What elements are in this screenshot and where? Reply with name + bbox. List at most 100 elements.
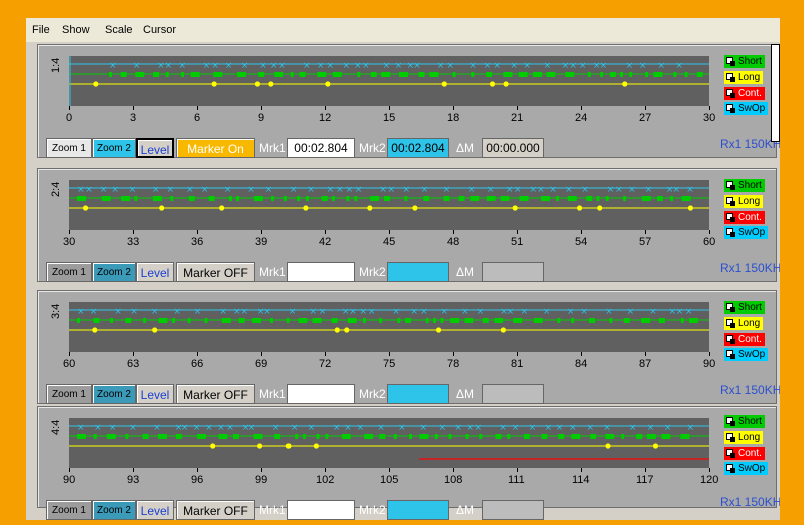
swop-event-mark: × [664,423,672,433]
swop-event-mark: × [383,61,391,71]
legend-cont[interactable]: Cont. [724,447,765,460]
mrk2-field[interactable] [387,262,449,282]
swop-event-mark: × [362,61,370,71]
menu-file[interactable]: File [32,24,50,36]
level-button[interactable]: Level [136,500,174,520]
legend-long[interactable]: Long [724,71,764,84]
x-tick-mark [197,468,198,472]
short-event-mark [125,434,129,439]
receiver-label: Rx1 150KHz [720,261,780,275]
x-tick-label: 84 [575,358,588,370]
short-event-mark [605,196,609,201]
level-button[interactable]: Level [136,384,174,404]
marker-toggle-button[interactable]: Marker OFF [176,262,255,282]
zoom2-button[interactable]: Zoom 2 [92,262,136,282]
short-event-mark [458,196,465,201]
short-event-mark [571,434,581,439]
short-event-mark [187,318,191,323]
short-event-mark [557,318,561,323]
menu-scale[interactable]: Scale [105,24,133,36]
x-tick-mark [261,106,262,110]
legend-swop[interactable]: SwOp [724,462,769,475]
zoom1-button[interactable]: Zoom 1 [46,384,92,404]
swop-checkbox-icon [726,350,735,359]
short-event-mark [641,318,651,323]
short-event-mark [143,318,147,323]
mrk1-field[interactable] [287,262,355,282]
app-window: File Show Scale Cursor 1:4 × × × × × × × × × × × × × ×… [26,18,780,520]
swop-event-mark: × [645,185,653,195]
legend-short[interactable]: Short [724,55,765,68]
short-event-mark [298,318,308,323]
level-button[interactable]: Level [136,262,174,282]
short-event-mark [331,318,338,323]
marker-toggle-button[interactable]: Marker OFF [176,384,255,404]
swop-event-mark: × [586,423,594,433]
long-event-mark [92,327,98,333]
mrk2-field[interactable] [387,384,449,404]
legend-short[interactable]: Short [724,415,765,428]
mrk2-field[interactable]: 00:02.804 [387,138,449,158]
level-button[interactable]: Level [136,138,174,158]
swop-event-mark: × [603,423,611,433]
short-event-mark [482,318,489,323]
swop-event-mark: × [77,185,85,195]
short-event-mark [354,196,358,201]
zoom2-button[interactable]: Zoom 2 [92,384,136,404]
legend-long[interactable]: Long [724,317,764,330]
zoom2-button[interactable]: Zoom 2 [92,500,136,520]
swop-event-mark: × [211,61,219,71]
mrk1-field[interactable] [287,384,355,404]
legend-swop[interactable]: SwOp [724,102,769,115]
x-tick-mark [133,352,134,356]
short-event-mark [283,196,287,201]
x-tick-label: 36 [191,236,204,248]
zoom2-button[interactable]: Zoom 2 [92,138,136,158]
swop-event-mark: × [336,185,344,195]
x-tick-mark [709,106,710,110]
short-event-mark [77,196,86,201]
legend-swop[interactable]: SwOp [724,348,769,361]
x-tick-mark [453,230,454,234]
zoom1-button[interactable]: Zoom 1 [46,138,92,158]
mrk1-field[interactable]: 00:02.804 [287,138,355,158]
scroll-widget[interactable] [771,44,780,142]
menu-show[interactable]: Show [62,24,90,36]
menu-cursor[interactable]: Cursor [143,24,176,36]
short-event-mark [325,434,329,439]
x-tick-mark [197,106,198,110]
legend-swop[interactable]: SwOp [724,226,769,239]
swop-event-mark: × [354,61,362,71]
panel-label: 3:4 [50,303,62,319]
mrk2-field[interactable] [387,500,449,520]
trace-plot[interactable]: × × × × × × × × × × × × × × × × × × × × × × × × × × × × × × × × × × × × × [69,302,709,352]
swop-event-mark: × [392,307,400,317]
legend-cont[interactable]: Cont. [724,333,765,346]
swop-event-mark: × [129,423,137,433]
trace-plot[interactable]: × × × × × × × × × × × × × × × × × × × × × × × × × × × × × × × × × × × × × × × [69,56,709,106]
trace-plot[interactable]: × × × × × × × × × × × × × × × × × × × × × × × × × × × × × × × × × × × × × × × [69,180,709,230]
swop-event-mark: × [443,185,451,195]
legend-short[interactable]: Short [724,179,765,192]
short-event-mark [251,318,261,323]
legend-cont[interactable]: Cont. [724,211,765,224]
x-axis: 60 63 66 69 72 75 78 81 84 87 90 [63,352,715,370]
swop-event-mark: × [675,61,683,71]
legend-short[interactable]: Short [724,301,765,314]
legend-long[interactable]: Long [724,195,764,208]
swop-event-mark: × [466,423,474,433]
short-event-mark [479,434,483,439]
marker-toggle-button[interactable]: Marker OFF [176,500,255,520]
swop-event-mark: × [487,185,495,195]
zoom1-button[interactable]: Zoom 1 [46,262,92,282]
panel-label: 1:4 [50,57,62,73]
trace-plot[interactable]: × × × × × × × × × × × × × × × × × × × × × × × × × × × × × × × × × × × × × × [69,418,709,468]
zoom1-button[interactable]: Zoom 1 [46,500,92,520]
short-event-mark [408,434,412,439]
swop-event-mark: × [151,307,159,317]
legend-long[interactable]: Long [724,431,764,444]
marker-toggle-button[interactable]: Marker On [176,138,255,158]
legend-cont[interactable]: Cont. [724,87,765,100]
mrk1-field[interactable] [287,500,355,520]
long-event-mark [435,327,442,333]
